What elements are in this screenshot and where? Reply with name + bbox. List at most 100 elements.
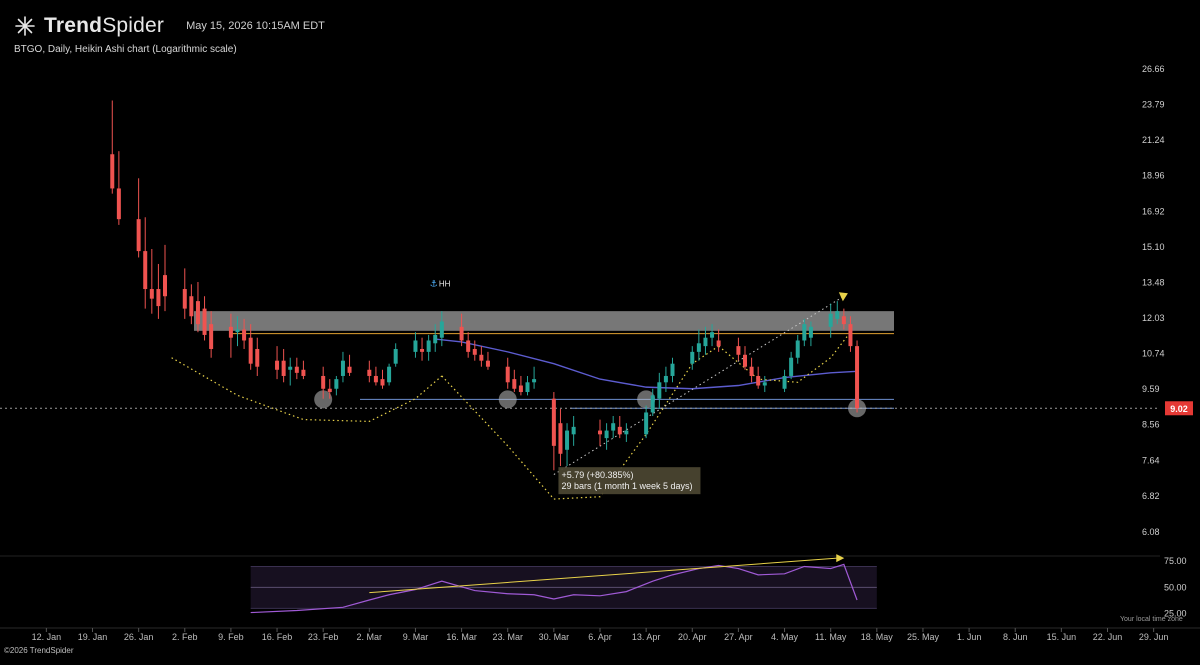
x-tick-label: 18. May — [861, 632, 894, 642]
candle-body — [650, 395, 655, 413]
candle-body — [433, 334, 438, 344]
candle-body — [657, 382, 662, 399]
candle-body — [327, 388, 332, 393]
candle-body — [617, 426, 622, 435]
candle-body — [532, 379, 537, 383]
candle-body — [156, 289, 161, 307]
y-tick-label: 7.64 — [1142, 455, 1160, 465]
y-tick-label: 21.24 — [1142, 135, 1165, 145]
y-tick-label: 15.10 — [1142, 242, 1165, 252]
rsi-divergence-arrow — [836, 554, 845, 563]
candle-body — [143, 251, 148, 290]
candle-body — [479, 354, 484, 361]
chart-subtitle: BTGO, Daily, Heikin Ashi chart (Logarith… — [14, 44, 237, 55]
chart-svg: ⚓ HH +5.79 (+80.385%)29 bars (1 month 1 we… — [0, 64, 1200, 642]
candle-body — [347, 366, 352, 373]
moving-average-line — [435, 338, 858, 390]
candle-body — [848, 324, 853, 347]
candle-body — [439, 321, 444, 338]
x-tick-label: 9. Feb — [218, 632, 244, 642]
candle-body — [301, 369, 306, 376]
x-tick-label: 13. Apr — [632, 632, 661, 642]
candle-body — [255, 348, 260, 367]
x-tick-label: 6. Apr — [588, 632, 612, 642]
candle-body — [373, 375, 378, 383]
candle-body — [281, 360, 286, 376]
candle-body — [367, 369, 372, 376]
x-tick-label: 2. Feb — [172, 632, 198, 642]
candle-body — [611, 423, 616, 431]
candle-body — [459, 326, 464, 341]
candle-body — [762, 382, 767, 386]
candle-body — [795, 340, 800, 358]
candle-body — [321, 375, 326, 389]
candle-body — [110, 154, 115, 189]
candle-body — [472, 348, 477, 355]
candle-body — [855, 346, 860, 409]
candle-body — [195, 301, 200, 325]
measure-label-change: +5.79 (+80.385%) — [561, 470, 633, 480]
measure-label-bars: 29 bars (1 month 1 week 5 days) — [561, 481, 692, 491]
candle-body — [782, 375, 787, 389]
candle-body — [189, 296, 194, 317]
resistance-zone — [194, 311, 894, 331]
candle-body — [835, 311, 840, 319]
y-tick-label: 26.66 — [1142, 64, 1165, 74]
candle-body — [644, 412, 649, 435]
candle-body — [663, 375, 668, 383]
x-tick-label: 30. Mar — [539, 632, 570, 642]
candle-body — [598, 430, 602, 435]
x-tick-label: 23. Mar — [492, 632, 523, 642]
copyright: ©2026 TrendSpider — [4, 646, 74, 655]
candle-body — [505, 366, 510, 383]
y-tick-label: 16.92 — [1142, 206, 1165, 216]
candle-body — [789, 357, 794, 376]
cycle-curve — [171, 357, 443, 422]
y-tick-label: 12.03 — [1142, 313, 1165, 323]
candle-body — [808, 326, 813, 338]
rsi-y-tick-label: 50.00 — [1164, 582, 1187, 592]
candle-body — [703, 337, 708, 347]
candle-body — [710, 332, 715, 338]
candle-body — [248, 337, 253, 364]
chart-stage[interactable]: ⚓ HH +5.79 (+80.385%) 29 bars (1 month 1 we… — [0, 0, 1200, 660]
anchor-icon: ⚓ — [430, 280, 438, 290]
measure-arrow-head — [838, 292, 848, 302]
candle-body — [670, 363, 675, 376]
candle-body — [242, 329, 247, 341]
candle-body — [565, 430, 570, 450]
candle-body — [518, 385, 523, 393]
candle-body — [690, 351, 695, 364]
timestamp: May 15, 2026 10:15AM EDT — [186, 20, 325, 32]
candle-body — [294, 366, 299, 373]
x-tick-label: 27. Apr — [724, 632, 753, 642]
x-tick-label: 9. Mar — [403, 632, 429, 642]
y-tick-label: 8.56 — [1142, 420, 1160, 430]
candle-body — [182, 289, 187, 309]
candle-body — [551, 398, 556, 446]
candle-body — [163, 275, 167, 297]
candle-body — [828, 313, 833, 327]
candle-body — [380, 379, 385, 386]
rsi-y-tick-label: 75.00 — [1164, 556, 1187, 566]
candle-body — [235, 329, 240, 333]
candle-body — [149, 289, 154, 299]
candle-body — [228, 326, 233, 338]
candle-body — [624, 430, 629, 435]
candle-body — [841, 316, 846, 325]
y-tick-label: 18.96 — [1142, 171, 1165, 181]
y-tick-label: 10.74 — [1142, 349, 1165, 359]
candle-body — [736, 346, 741, 355]
y-tick-label: 13.48 — [1142, 277, 1165, 287]
candle-body — [696, 343, 701, 352]
candle-body — [209, 324, 214, 349]
candle-body — [485, 360, 490, 367]
y-tick-label: 6.08 — [1142, 527, 1160, 537]
support-touch-circle — [498, 390, 517, 409]
hh-label: HH — [439, 280, 451, 289]
candle-body — [334, 379, 339, 389]
x-tick-label: 16. Feb — [262, 632, 293, 642]
x-tick-label: 26. Jan — [124, 632, 154, 642]
timezone-label[interactable]: Your local time zone — [1120, 616, 1183, 623]
candle-body — [802, 324, 807, 341]
